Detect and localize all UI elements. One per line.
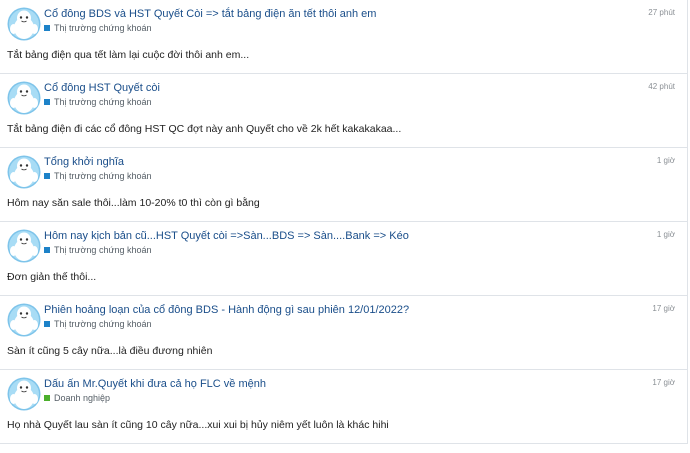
category-label: Thị trường chứng khoán [54, 245, 152, 255]
topic-excerpt: Tắt bảng điện đi các cổ đông HST QC đợt … [7, 123, 402, 135]
topic-excerpt: Họ nhà Quyết lau sàn ít cũng 10 cây nữa.… [7, 419, 389, 431]
topic-category[interactable]: Thị trường chứng khoán [44, 22, 152, 34]
category-color-badge [44, 99, 50, 105]
topic-category[interactable]: Thị trường chứng khoán [44, 318, 152, 330]
user-avatar-icon[interactable] [7, 377, 41, 411]
topic-category[interactable]: Doanh nghiệp [44, 392, 110, 404]
user-avatar-icon[interactable] [7, 303, 41, 337]
topic-excerpt: Hôm nay săn sale thôi...làm 10-20% t0 th… [7, 197, 260, 209]
topic-title-link[interactable]: Cổ đông HST Quyết còi [44, 81, 160, 95]
topic-timestamp: 42 phút [648, 82, 675, 91]
topic-item: Dấu ấn Mr.Quyết khi đưa cả họ FLC về mện… [0, 370, 688, 444]
topic-title-link[interactable]: Tổng khởi nghĩa [44, 155, 124, 169]
topic-timestamp: 17 giờ [652, 378, 675, 387]
topic-excerpt: Sàn ít cũng 5 cây nữa...là điều đương nh… [7, 345, 213, 357]
topic-item: Phiên hoảng loạn của cổ đông BDS - Hành … [0, 296, 688, 370]
category-color-badge [44, 247, 50, 253]
category-label: Doanh nghiệp [54, 393, 111, 403]
category-label: Thị trường chứng khoán [54, 171, 152, 181]
category-color-badge [44, 173, 50, 179]
topic-item: Cổ đông HST Quyết còi Thị trường chứng k… [0, 74, 688, 148]
category-color-badge [44, 321, 50, 327]
topic-title-link[interactable]: Phiên hoảng loạn của cổ đông BDS - Hành … [44, 303, 409, 317]
topic-title-link[interactable]: Cổ đông BDS và HST Quyết Còi => tắt bảng… [44, 7, 376, 21]
topic-timestamp: 1 giờ [656, 156, 675, 165]
topic-title-link[interactable]: Dấu ấn Mr.Quyết khi đưa cả họ FLC về mện… [44, 377, 266, 391]
user-avatar-icon[interactable] [7, 229, 41, 263]
topic-item: Hôm nay kịch bản cũ...HST Quyết còi =>Sà… [0, 222, 688, 296]
topic-category[interactable]: Thị trường chứng khoán [44, 96, 152, 108]
category-label: Thị trường chứng khoán [54, 23, 152, 33]
topic-timestamp: 17 giờ [652, 304, 675, 313]
user-avatar-icon[interactable] [7, 155, 41, 189]
category-color-badge [44, 25, 50, 31]
user-avatar-icon[interactable] [7, 81, 41, 115]
topic-item: Cổ đông BDS và HST Quyết Còi => tắt bảng… [0, 0, 688, 74]
topic-category[interactable]: Thị trường chứng khoán [44, 170, 152, 182]
topic-title-link[interactable]: Hôm nay kịch bản cũ...HST Quyết còi =>Sà… [44, 229, 409, 243]
category-color-badge [44, 395, 50, 401]
topic-timestamp: 1 giờ [656, 230, 675, 239]
user-avatar-icon[interactable] [7, 7, 41, 41]
topic-timestamp: 27 phút [648, 8, 675, 17]
topic-excerpt: Tắt bảng điện qua tết làm lại cuộc đời t… [7, 49, 250, 61]
topic-item: Tổng khởi nghĩa Thị trường chứng khoán 1… [0, 148, 688, 222]
category-label: Thị trường chứng khoán [54, 319, 152, 329]
category-label: Thị trường chứng khoán [54, 97, 152, 107]
topic-excerpt: Đơn giản thế thôi... [7, 271, 97, 283]
topic-category[interactable]: Thị trường chứng khoán [44, 244, 152, 256]
topic-list: Cổ đông BDS và HST Quyết Còi => tắt bảng… [0, 0, 690, 453]
